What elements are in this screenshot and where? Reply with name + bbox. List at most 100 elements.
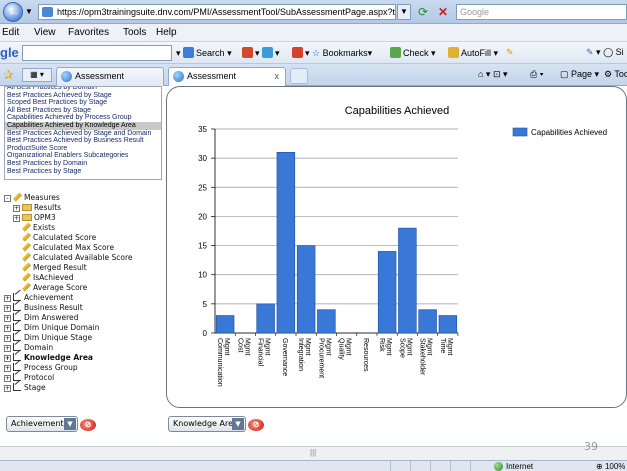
expand-icon[interactable]: +: [4, 315, 11, 322]
report-list-item[interactable]: ProductSuite Score: [5, 145, 161, 153]
y-tick-label: 30: [198, 154, 207, 163]
home-button[interactable]: ⌂ ▾ ⊡ ▾: [478, 69, 508, 80]
expand-icon[interactable]: +: [4, 355, 11, 362]
expand-icon[interactable]: +: [4, 325, 11, 332]
expand-icon[interactable]: +: [13, 205, 20, 212]
tree-node[interactable]: + Process Group: [4, 363, 164, 373]
achievement-combo[interactable]: Achievement ▼: [6, 416, 78, 432]
report-list-item[interactable]: Best Practices Achieved by Business Resu…: [5, 137, 161, 145]
tab-assessment-1[interactable]: Assessment: [56, 67, 164, 86]
stop-button[interactable]: ✕: [434, 4, 452, 20]
tab-assessment-2[interactable]: Assessment x: [168, 67, 286, 86]
spell-check-button[interactable]: Check ▾: [390, 47, 436, 59]
menu-edit[interactable]: Edit: [2, 27, 19, 38]
new-tab-button[interactable]: [290, 68, 308, 84]
chevron-down-icon[interactable]: ▼: [64, 418, 76, 430]
back-button[interactable]: [3, 2, 23, 22]
folder-icon: [22, 214, 32, 221]
tree-node[interactable]: + Results: [4, 203, 164, 213]
pencil-icon: [21, 242, 32, 252]
chevron-down-icon[interactable]: ▼: [232, 418, 244, 430]
address-input[interactable]: https://opm3trainingsuite.dnv.com/PMI/As…: [38, 4, 396, 20]
report-list-item[interactable]: Best Practices Achieved by Stage: [5, 92, 161, 100]
google-search-button[interactable]: ▾ Search ▾: [176, 47, 232, 59]
expand-icon[interactable]: +: [4, 385, 11, 392]
expand-icon[interactable]: +: [4, 375, 11, 382]
tree-node[interactable]: - Measures: [4, 192, 164, 203]
x-tick-label-line: Mgmt: [324, 338, 331, 356]
tree-node[interactable]: + Dim Unique Stage: [4, 333, 164, 343]
google-extras-icons[interactable]: ▾ ▾: [242, 47, 280, 59]
achievement-combo-value: Achievement: [11, 419, 64, 428]
news-icon: [242, 47, 253, 58]
nav-dropdown-icon[interactable]: ▼: [25, 7, 33, 16]
expand-icon[interactable]: +: [4, 365, 11, 372]
tree-node-label: OPM3: [34, 213, 56, 222]
print-button[interactable]: ⎙ ▾: [530, 69, 543, 80]
report-list-item[interactable]: Organizational Enablers Subcategories: [5, 152, 161, 160]
tree-node[interactable]: + Business Result: [4, 303, 164, 313]
browser-window: ▼ https://opm3trainingsuite.dnv.com/PMI/…: [0, 0, 627, 471]
y-tick-label: 10: [198, 271, 207, 280]
knowledge-area-combo[interactable]: Knowledge Area ▼: [168, 416, 246, 432]
tab-close-button[interactable]: x: [275, 68, 280, 85]
collapse-icon[interactable]: -: [4, 195, 11, 202]
tab-label: Assessment: [187, 71, 237, 81]
report-list-item[interactable]: Scoped Best Practices by Stage: [5, 99, 161, 107]
y-tick-label: 25: [198, 183, 207, 192]
report-list-item[interactable]: Best Practices by Stage: [5, 168, 161, 176]
report-list-item[interactable]: All Best Practices by Stage: [5, 107, 161, 115]
menu-help[interactable]: Help: [156, 27, 177, 38]
tree-node[interactable]: + Knowledge Area: [4, 353, 164, 363]
tools-menu[interactable]: ⚙ Too: [604, 69, 627, 80]
expand-icon[interactable]: +: [4, 345, 11, 352]
x-tick-label-line: Time: [439, 338, 446, 353]
report-list[interactable]: All Best Practices by Domain Best Practic…: [4, 86, 162, 180]
scroll-grip[interactable]: |||: [310, 448, 316, 457]
tree-node[interactable]: + Dim Unique Domain: [4, 323, 164, 333]
google-search-input[interactable]: [22, 45, 172, 61]
tree-node[interactable]: + Dim Answered: [4, 313, 164, 323]
filter-icon[interactable]: ⊘: [80, 419, 96, 431]
menu-tools[interactable]: Tools: [123, 27, 146, 38]
chart-bar: [377, 251, 397, 334]
page-icon: [42, 7, 53, 17]
autofill-button[interactable]: AutoFill ▾: [448, 47, 498, 59]
report-list-item[interactable]: Best Practices Achieved by Stage and Dom…: [5, 130, 161, 138]
url-text: https://opm3trainingsuite.dnv.com/PMI/As…: [57, 7, 395, 17]
folder-icon: [22, 204, 32, 211]
tree-node-label: Knowledge Area: [24, 353, 93, 362]
pencil-icon: [21, 262, 32, 272]
expand-icon[interactable]: +: [4, 335, 11, 342]
tree-node-label: Stage: [24, 383, 46, 392]
tree-node[interactable]: + Stage: [4, 383, 164, 393]
tree-node[interactable]: + Domain: [4, 343, 164, 353]
search-input[interactable]: Google: [456, 4, 627, 20]
tree-node[interactable]: + Protocol: [4, 373, 164, 383]
menu-view[interactable]: View: [34, 27, 56, 38]
highlighter-icon[interactable]: ✎: [506, 47, 514, 58]
address-dropdown-button[interactable]: ▼: [397, 4, 411, 20]
x-tick-label-line: Scope: [398, 338, 405, 358]
refresh-button[interactable]: ⟳: [414, 4, 432, 20]
x-tick-label-line: Procurement: [317, 338, 324, 378]
horizontal-scrollbar[interactable]: |||: [0, 446, 627, 460]
page-menu[interactable]: ▢ Page ▾: [560, 69, 599, 80]
expand-icon[interactable]: +: [4, 295, 11, 302]
pencil-icon: [21, 232, 32, 242]
report-list-item[interactable]: Capabilities Achieved by Knowledge Area: [5, 121, 161, 130]
bookmarks-button[interactable]: ▾ ☆ Bookmarks▾: [292, 47, 372, 59]
zoom-level[interactable]: ⊕ 100%: [596, 461, 625, 471]
tree-node[interactable]: Average Score: [4, 282, 164, 293]
menu-favorites[interactable]: Favorites: [68, 27, 109, 38]
tree-node[interactable]: + Achievement: [4, 293, 164, 303]
settings-button[interactable]: ✎ ▾ ◯ Si: [586, 47, 624, 58]
expand-icon[interactable]: +: [13, 215, 20, 222]
report-list-item[interactable]: Capabilities Achieved by Process Group: [5, 114, 161, 122]
report-list-item[interactable]: Best Practices by Domain: [5, 160, 161, 168]
quick-tabs-button[interactable]: ▦ ▾: [22, 68, 52, 82]
favorites-star-icon[interactable]: ✰: [3, 67, 14, 83]
expand-icon[interactable]: +: [4, 305, 11, 312]
tree-node-label: IsAchieved: [33, 273, 74, 282]
filter-icon[interactable]: ⊘: [248, 419, 264, 431]
